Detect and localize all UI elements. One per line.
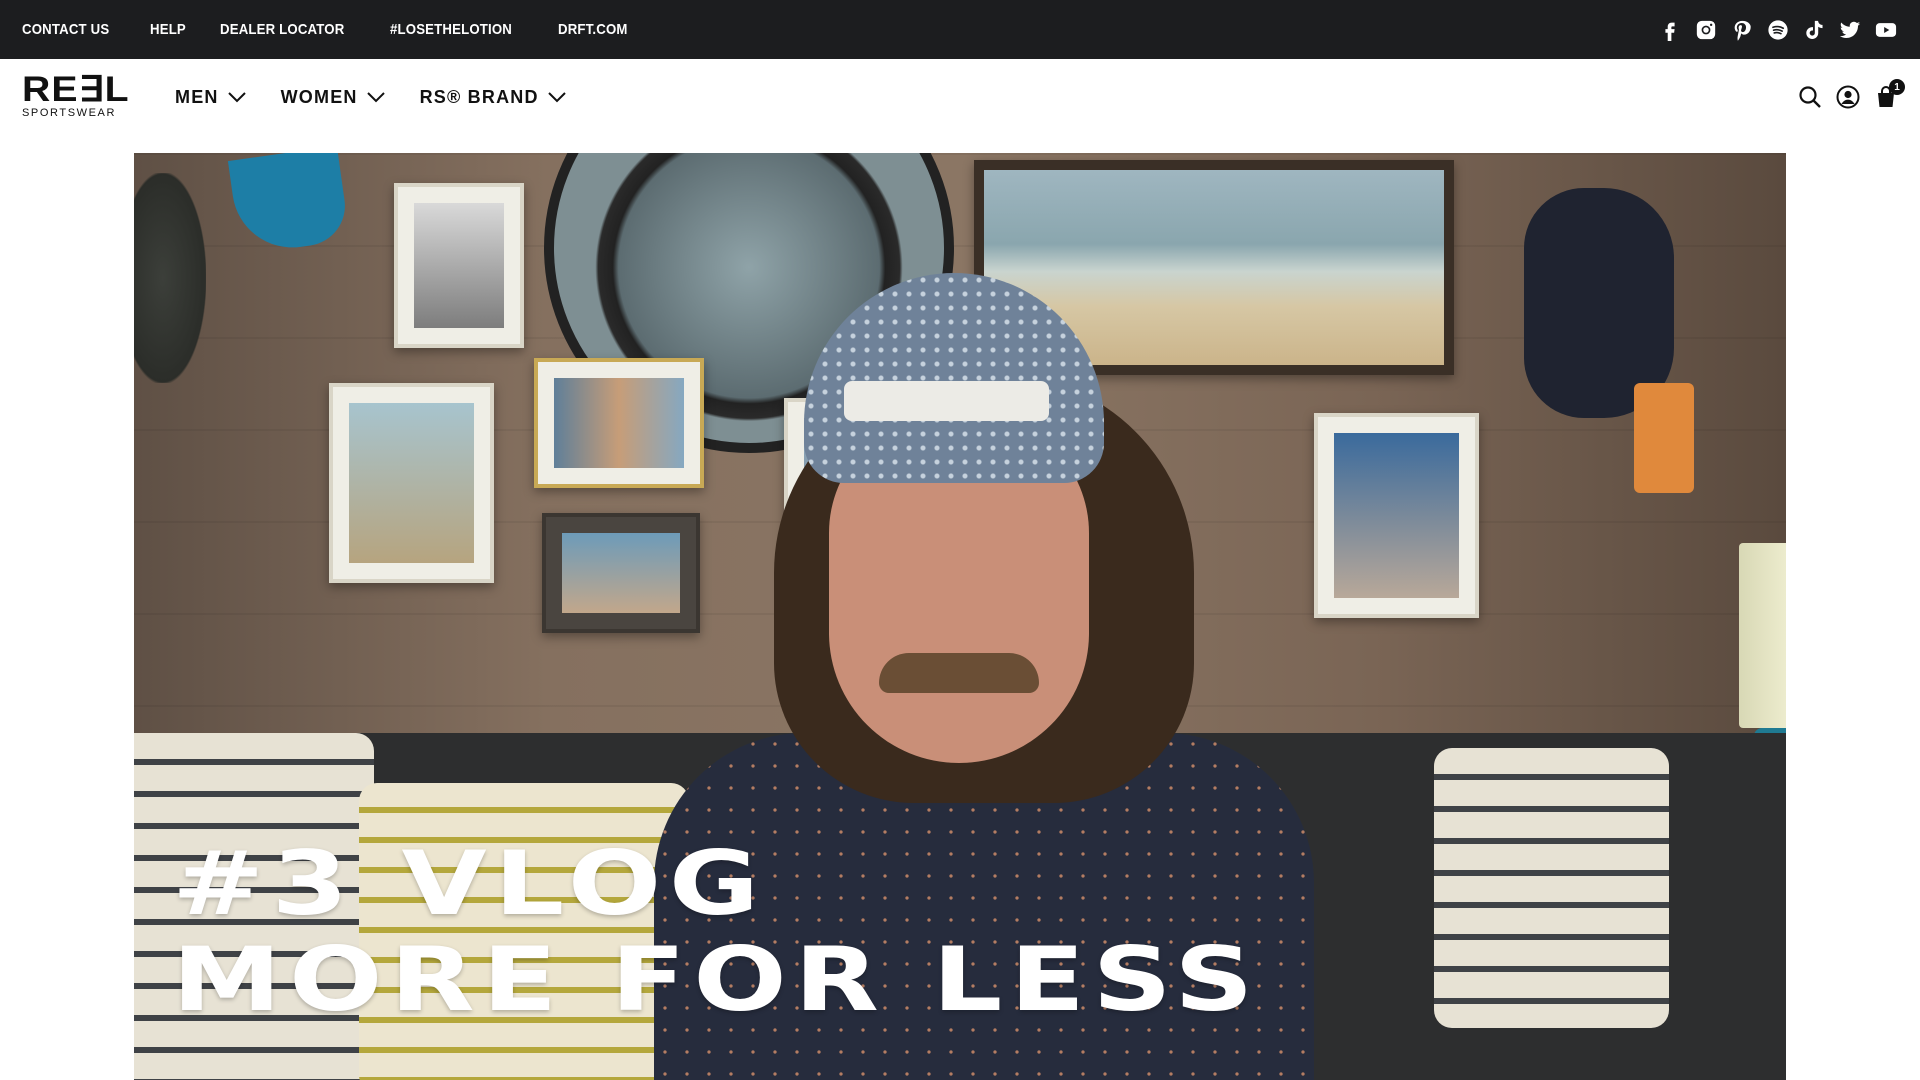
instagram-icon[interactable] — [1694, 18, 1718, 42]
drft-link[interactable]: DRFT.COM — [558, 21, 628, 38]
lamp-shade — [1739, 543, 1786, 728]
tiktok-icon[interactable] — [1802, 18, 1826, 42]
contact-us-link[interactable]: CONTACT US — [22, 21, 109, 38]
nav-women-label: WOMEN — [280, 86, 358, 107]
hero-title-line-1: #3 VLOG — [172, 832, 767, 935]
mounted-fish — [134, 173, 206, 383]
hanging-tag — [1634, 383, 1694, 493]
help-link[interactable]: HELP — [150, 21, 186, 38]
spotify-icon[interactable] — [1766, 18, 1790, 42]
striped-pillow — [1434, 748, 1669, 1028]
chevron-down-icon — [547, 92, 566, 103]
pinterest-icon[interactable] — [1730, 18, 1754, 42]
photo-frame — [394, 183, 524, 348]
facebook-icon[interactable] — [1658, 18, 1682, 42]
header-icons: 1 — [1798, 79, 1905, 109]
main-header: RE∃L SPORTSWEAR MEN WOMEN RS® BRAND 1 — [0, 59, 1920, 135]
utility-links: CONTACT US HELP DEALER LOCATOR #LOSETHEL… — [22, 21, 637, 38]
dealer-locator-link[interactable]: DEALER LOCATOR — [220, 21, 344, 38]
main-nav: MEN WOMEN RS® BRAND — [175, 87, 567, 108]
nav-rs-brand-label: RS® BRAND — [419, 86, 539, 107]
presenter-hat-band — [844, 381, 1049, 421]
brand-logo[interactable]: RE∃L SPORTSWEAR — [22, 72, 147, 119]
losethelotion-link[interactable]: #LOSETHELOTION — [390, 21, 512, 38]
presenter-mustache — [879, 653, 1039, 693]
social-links — [1658, 18, 1898, 42]
hero-title: #3 VLOG MORE FOR LESS — [172, 836, 1261, 1028]
photo-frame — [1314, 413, 1479, 618]
photo-frame — [329, 383, 494, 583]
search-icon[interactable] — [1798, 85, 1822, 109]
twitter-icon[interactable] — [1838, 18, 1862, 42]
chevron-down-icon — [227, 92, 246, 103]
cart-icon[interactable]: 1 — [1874, 79, 1905, 109]
nav-women[interactable]: WOMEN — [281, 87, 386, 108]
hero-title-line-2: MORE FOR LESS — [172, 928, 1262, 1031]
top-utility-bar: CONTACT US HELP DEALER LOCATOR #LOSETHEL… — [0, 0, 1920, 59]
chevron-down-icon — [366, 92, 385, 103]
hero-video[interactable]: #3 VLOG MORE FOR LESS — [134, 153, 1786, 1080]
nav-men-label: MEN — [175, 86, 219, 107]
nav-men[interactable]: MEN — [175, 87, 247, 108]
logo-wordmark: RE∃L — [22, 70, 130, 109]
nav-rs-brand[interactable]: RS® BRAND — [420, 87, 567, 108]
account-icon[interactable] — [1836, 85, 1860, 109]
presenter-hat — [804, 273, 1104, 483]
youtube-icon[interactable] — [1874, 18, 1898, 42]
cart-count-badge: 1 — [1889, 79, 1905, 95]
